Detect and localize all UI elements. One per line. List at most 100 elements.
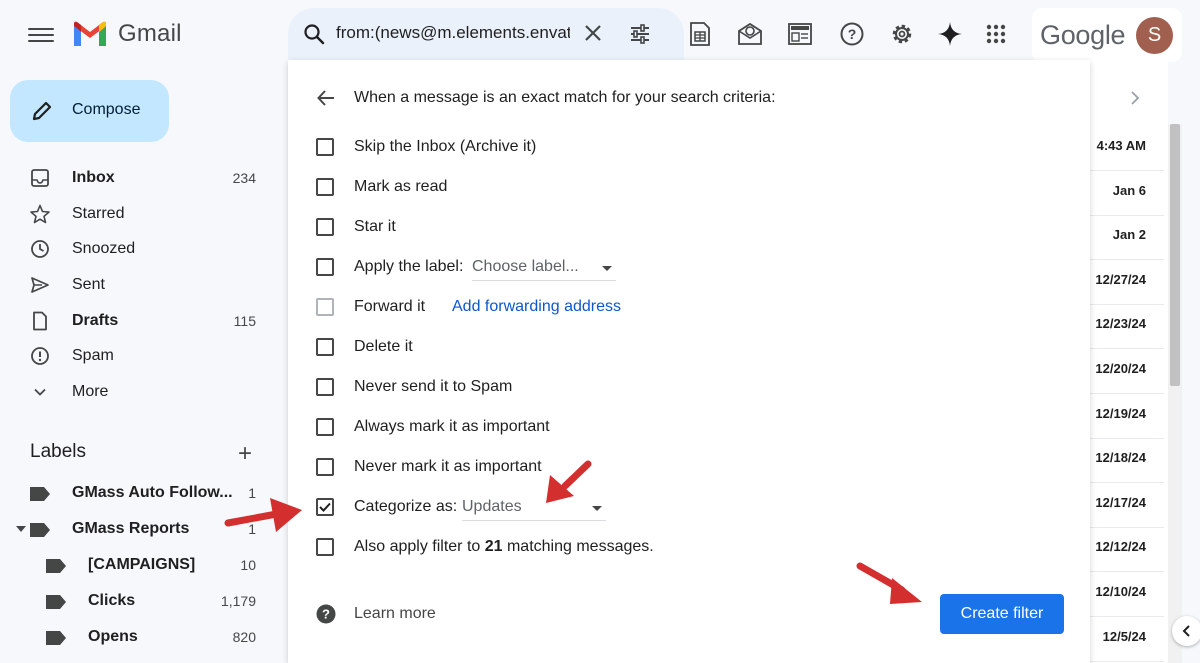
back-arrow-icon[interactable] <box>316 88 336 108</box>
row-divider <box>1088 170 1164 171</box>
sidebar-item-snoozed[interactable]: Snoozed <box>0 231 280 267</box>
never-spam-checkbox[interactable] <box>316 378 334 396</box>
help-circle-icon: ? <box>316 604 336 624</box>
sidebar-item-more[interactable]: More <box>0 374 280 410</box>
row-divider <box>1088 526 1164 528</box>
spam-icon <box>30 346 50 366</box>
search-bar[interactable]: from:(news@m.elements.envato.com) <box>288 8 684 60</box>
never-important-checkbox[interactable] <box>316 458 334 476</box>
checkmark-icon <box>319 502 331 512</box>
option-label: Categorize as: <box>354 498 458 515</box>
label-tag-icon <box>30 487 50 501</box>
draft-icon <box>30 311 50 331</box>
label-count: 1,179 <box>220 593 256 609</box>
gmail-m-icon <box>74 21 106 46</box>
message-date: 12/20/24 <box>1095 361 1146 376</box>
account-switcher[interactable]: Google S <box>1032 8 1182 62</box>
message-date: 12/5/24 <box>1102 628 1146 644</box>
label-item-gmass-reports[interactable]: GMass Reports 1 <box>16 514 256 546</box>
also-apply-checkbox[interactable] <box>316 538 334 556</box>
message-date: 12/10/24 <box>1095 584 1146 599</box>
row-divider <box>1088 348 1164 350</box>
scrollbar-thumb[interactable] <box>1170 124 1180 386</box>
clock-icon <box>30 239 50 259</box>
label-count: 820 <box>232 629 256 645</box>
message-date: 12/18/24 <box>1095 450 1146 466</box>
chevron-right-icon[interactable] <box>1128 90 1142 106</box>
label-tag-icon <box>30 523 50 537</box>
dropdown-caret-icon <box>602 266 612 271</box>
search-input[interactable]: from:(news@m.elements.envato.com) <box>336 23 570 43</box>
message-date: 12/17/24 <box>1095 494 1146 510</box>
option-label: Also apply filter to 21 matching message… <box>354 538 654 556</box>
skip-inbox-checkbox[interactable] <box>316 138 334 156</box>
add-forwarding-address-link[interactable]: Add forwarding address <box>452 298 621 316</box>
categorize-checkbox[interactable] <box>316 498 334 516</box>
avatar[interactable]: S <box>1136 17 1173 54</box>
sidebar-nav: Inbox 234 Starred Snoozed Sent Drafts 11… <box>0 160 280 410</box>
gear-icon[interactable] <box>888 20 916 48</box>
row-divider <box>1088 660 1164 662</box>
option-label: Never send it to Spam <box>354 378 513 395</box>
side-panel-toggle[interactable] <box>1172 616 1200 646</box>
compose-button[interactable]: Compose <box>10 80 169 142</box>
help-icon[interactable]: ? <box>838 20 866 48</box>
message-date: 12/12/24 <box>1095 539 1146 555</box>
option-label: Apply the label: <box>354 258 464 275</box>
search-icon[interactable] <box>302 22 326 46</box>
row-divider <box>1088 214 1164 216</box>
labels-heading: Labels <box>30 441 86 462</box>
choose-label-dropdown[interactable]: Choose label... <box>472 257 616 281</box>
label-item-clicks[interactable]: Clicks 1,179 <box>46 586 256 618</box>
caret-down-icon[interactable] <box>16 526 26 534</box>
send-icon <box>30 275 50 295</box>
forward-checkbox[interactable] <box>316 298 334 316</box>
always-important-checkbox[interactable] <box>316 418 334 436</box>
label-tag-icon <box>46 631 66 645</box>
gmail-logo-text: Gmail <box>118 20 182 47</box>
label-name: Opens <box>88 628 138 645</box>
also-apply-suffix: matching messages. <box>502 538 654 555</box>
spreadsheet-icon[interactable] <box>686 20 714 48</box>
option-label: Delete it <box>354 338 413 355</box>
sidebar-item-spam[interactable]: Spam <box>0 338 280 374</box>
label-name: GMass Reports <box>72 520 190 537</box>
option-also-apply: Also apply filter to 21 matching message… <box>316 532 1076 562</box>
svg-text:?: ? <box>322 607 330 622</box>
search-options-icon[interactable] <box>628 22 652 46</box>
svg-text:?: ? <box>848 26 857 42</box>
unread-count: 234 <box>232 170 256 186</box>
category-dropdown[interactable]: Updates <box>462 497 606 521</box>
apply-label-checkbox[interactable] <box>316 258 334 276</box>
label-item-gmass-auto-follow[interactable]: GMass Auto Follow... 1 <box>30 478 256 510</box>
add-label-icon[interactable]: + <box>238 440 252 468</box>
option-label: Never mark it as important <box>354 458 542 475</box>
main-menu-icon[interactable] <box>28 24 54 46</box>
sidebar-item-label: Drafts <box>72 311 119 329</box>
row-divider <box>1088 393 1164 394</box>
apps-grid-icon[interactable] <box>982 20 1010 48</box>
create-filter-button[interactable]: Create filter <box>940 594 1064 634</box>
learn-more-link[interactable]: Learn more <box>354 605 436 623</box>
message-date: Jan 2 <box>1112 227 1146 243</box>
label-item-opens[interactable]: Opens 820 <box>46 622 256 654</box>
clear-search-icon[interactable] <box>582 22 604 44</box>
sidebar-item-label: Starred <box>72 204 125 222</box>
sidebar-item-inbox[interactable]: Inbox 234 <box>0 160 280 196</box>
sidebar-item-drafts[interactable]: Drafts 115 <box>0 303 280 339</box>
label-item-campaigns[interactable]: [CAMPAIGNS] 10 <box>46 550 256 582</box>
option-label: Forward it <box>354 298 426 315</box>
star-checkbox[interactable] <box>316 218 334 236</box>
gmail-logo[interactable]: Gmail <box>72 20 182 48</box>
sidebar-item-starred[interactable]: Starred <box>0 196 280 232</box>
mark-read-checkbox[interactable] <box>316 178 334 196</box>
mail-settings-icon[interactable] <box>736 20 764 48</box>
sidebar-item-label: Sent <box>72 276 105 294</box>
message-date: 12/19/24 <box>1095 405 1146 421</box>
delete-checkbox[interactable] <box>316 338 334 356</box>
gemini-sparkle-icon[interactable] <box>936 20 964 48</box>
pencil-icon <box>32 101 52 121</box>
option-label: Always mark it as important <box>354 418 550 435</box>
sidebar-item-sent[interactable]: Sent <box>0 267 280 303</box>
template-icon[interactable] <box>786 20 814 48</box>
